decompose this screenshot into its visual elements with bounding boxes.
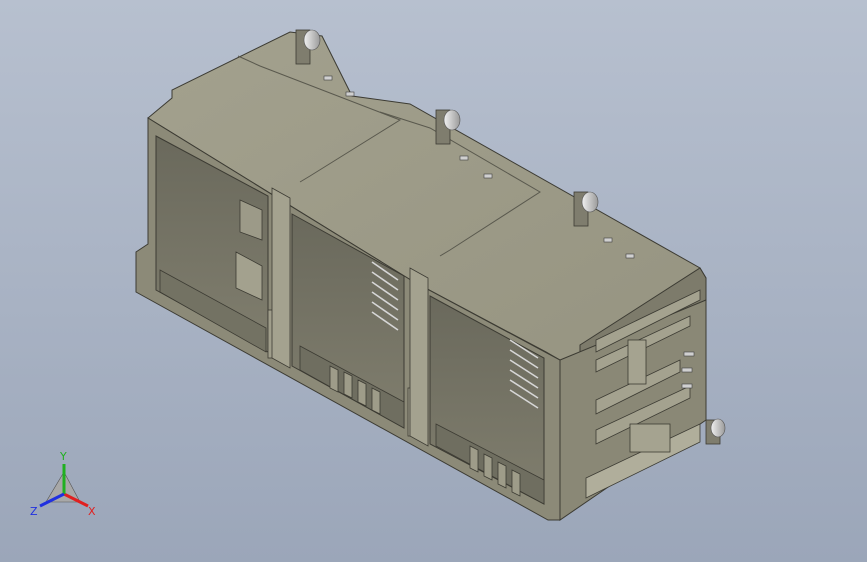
axis-triad: X Y Z — [30, 450, 96, 518]
connector-model[interactable] — [0, 0, 867, 562]
y-axis-label: Y — [59, 450, 67, 463]
z-axis-label: Z — [30, 505, 38, 518]
x-axis-label: X — [88, 505, 96, 518]
graphics-viewport[interactable]: X Y Z — [0, 0, 867, 562]
